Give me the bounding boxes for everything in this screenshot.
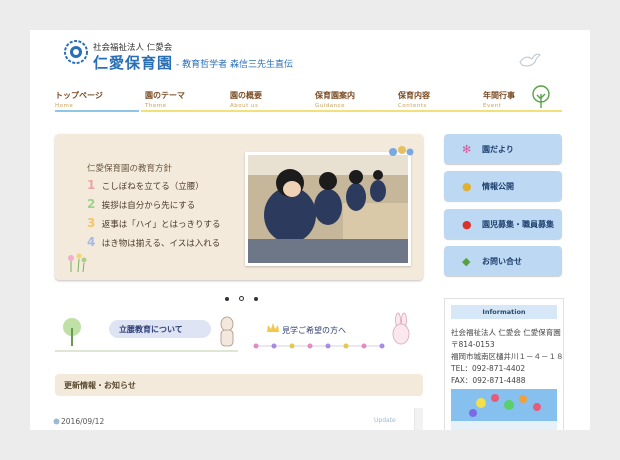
nav-event[interactable]: 年間行事 Event [483, 90, 515, 112]
bullet-icon [53, 418, 60, 425]
nav-guidance[interactable]: 保育園案内 Guidance [315, 90, 355, 112]
tenet-number: 2 [87, 197, 96, 211]
tenet-text: 挨拶は自分から先にする [101, 201, 196, 211]
nav-sublabel: Guidance [315, 103, 346, 109]
bead-string-icon [253, 343, 385, 349]
visit-banner[interactable]: 見学ご希望の方へ [252, 312, 412, 352]
nav-contents[interactable]: 保育内容 Contents [398, 90, 430, 112]
slide-title: 仁愛保育園の教育方針 [87, 164, 173, 174]
nav-label: トップページ [55, 91, 103, 100]
logo-icon[interactable] [63, 39, 89, 65]
tenet-number: 1 [87, 178, 96, 192]
info-box: Information 社会福祉法人 仁愛会 仁愛保育園 〒814-0153 福… [444, 298, 564, 430]
info-postcode: 〒814-0153 [451, 340, 495, 349]
tenet-text: こしぼねを立てる（立腰） [101, 182, 204, 192]
nav-label: 保育内容 [398, 91, 430, 100]
tenet-item: 2 挨拶は自分から先にする [87, 197, 195, 211]
tenet-item: 3 返事は「ハイ」とはっきりする [87, 216, 221, 230]
tenet-number: 3 [87, 216, 96, 230]
flower-icon: ✻ [462, 143, 472, 156]
info-heading: Information [451, 305, 557, 319]
bird-icon [519, 53, 541, 67]
info-address: 福岡市城南区樋井川１－４－１８ [451, 352, 564, 361]
nav-sublabel: Event [483, 103, 502, 109]
nav-label: 園の概要 [230, 91, 262, 100]
news-date: 2016/09/12 [61, 417, 105, 426]
ritsuyo-banner[interactable]: 立腰教育について [55, 312, 238, 352]
slider-dot[interactable] [225, 297, 229, 301]
nav-underline-active [55, 110, 139, 112]
crown-icon [267, 323, 279, 332]
disclosure-button[interactable]: ● 情報公開 [444, 171, 562, 201]
nav-underline [141, 110, 562, 112]
nav-sublabel: Home [55, 103, 74, 109]
side-button-label: 情報公開 [482, 182, 514, 191]
banner-ground [55, 350, 238, 352]
flowers-icon [68, 253, 87, 273]
side-button-label: 園児募集・職員募集 [482, 220, 554, 229]
slider-dot[interactable] [254, 297, 258, 301]
slide-photo [245, 152, 411, 266]
newsletter-button[interactable]: ✻ 園だより [444, 134, 562, 164]
recruitment-button[interactable]: ● 園児募集・職員募集 [444, 209, 562, 239]
ladybug-icon: ● [462, 218, 472, 231]
info-tel: TEL：092-871-4402 [451, 364, 526, 373]
nav-sublabel: Contents [398, 103, 427, 109]
nav-sublabel: About us [230, 103, 259, 109]
bee-icon: ● [462, 180, 472, 193]
visit-label: 見学ご希望の方へ [282, 326, 346, 335]
tenet-item: 1 こしぼねを立てる（立腰） [87, 178, 204, 192]
news-tag: Update [374, 417, 396, 424]
tenet-text: はき物は揃える、イスは入れる [101, 239, 221, 249]
rabbit-icon [392, 312, 410, 345]
side-button-label: お問い合せ [482, 257, 522, 266]
ritsuyo-label: 立腰教育について [119, 325, 183, 334]
news-heading: 更新情報・お知らせ [64, 381, 136, 390]
nav-label: 年間行事 [483, 91, 515, 100]
slider-dot-active[interactable] [239, 296, 244, 301]
kite-icon [389, 146, 414, 156]
slider-dots [225, 286, 268, 305]
info-fax: FAX：092-871-4488 [451, 376, 526, 385]
nav-theme[interactable]: 園のテーマ Theme [145, 90, 185, 112]
info-photo [451, 389, 557, 430]
info-org: 社会福祉法人 仁愛会 仁愛保育園 [451, 328, 561, 337]
tenet-text: 返事は「ハイ」とはっきりする [101, 220, 221, 230]
news-scrollbar[interactable] [414, 408, 423, 430]
site-subtitle: - 教育哲学者 森信三先生直伝 [176, 60, 293, 70]
ritsuyo-pill: 立腰教育について [109, 320, 211, 338]
alpaca-icon [220, 316, 234, 347]
contact-button[interactable]: ◆ お問い合せ [444, 246, 562, 276]
nav-home[interactable]: トップページ Home [55, 90, 103, 112]
tree-icon [532, 85, 550, 108]
nav-about[interactable]: 園の概要 About us [230, 90, 262, 112]
nav-sublabel: Theme [145, 103, 167, 109]
news-header: 更新情報・お知らせ [55, 374, 423, 396]
leaf-icon: ◆ [462, 255, 471, 268]
main-nav: トップページ Home 園のテーマ Theme 園の概要 About us 保育… [55, 90, 562, 112]
hero-slider[interactable]: 仁愛保育園の教育方針 1 こしぼねを立てる（立腰） 2 挨拶は自分から先にする … [55, 134, 423, 280]
side-button-label: 園だより [482, 145, 514, 154]
tenet-number: 4 [87, 235, 96, 249]
site-title[interactable]: 仁愛保育園 [93, 52, 173, 73]
nav-label: 園のテーマ [145, 91, 185, 100]
nav-label: 保育園案内 [315, 91, 355, 100]
page: 社会福祉法人 仁愛会 仁愛保育園 - 教育哲学者 森信三先生直伝 トップページ … [30, 30, 590, 430]
tree-icon [63, 318, 81, 346]
tenet-item: 4 はき物は揃える、イスは入れる [87, 235, 220, 249]
